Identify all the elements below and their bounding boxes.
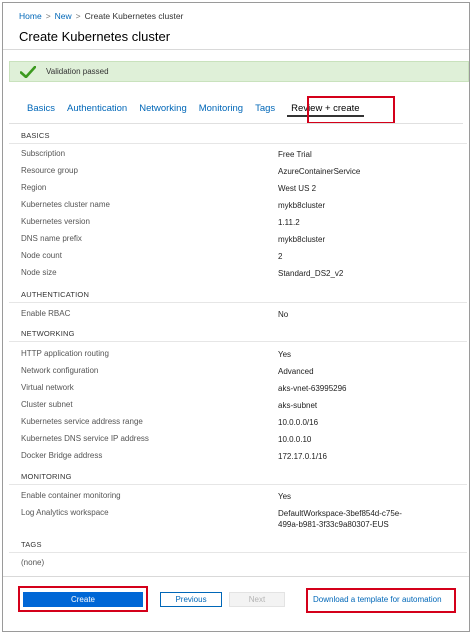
row-value: aks-subnet (278, 401, 318, 410)
row-value: West US 2 (278, 184, 317, 193)
footer-divider (3, 576, 469, 577)
row-label: Enable container monitoring (21, 491, 121, 500)
row-value: mykb8cluster (278, 201, 326, 210)
section-divider (9, 302, 467, 303)
row-value: Advanced (278, 367, 314, 376)
row-label: Node count (21, 251, 62, 260)
row-value: 2 (278, 252, 283, 261)
row-label: Resource group (21, 166, 78, 175)
tab-authentication[interactable]: Authentication (67, 103, 127, 114)
section-divider (9, 552, 467, 553)
tab-basics[interactable]: Basics (27, 103, 55, 114)
row-value: aks-vnet-63995296 (278, 384, 347, 393)
section-divider (9, 143, 467, 144)
breadcrumb-separator: > (45, 11, 51, 21)
row-label: Kubernetes cluster name (21, 200, 110, 209)
workspace-line-2: 499a-b981-3f33c9a80307-EUS (278, 520, 389, 529)
section-heading-authentication: AUTHENTICATION (21, 290, 90, 299)
previous-button[interactable]: Previous (160, 592, 222, 607)
section-divider (9, 484, 467, 485)
row-value: Yes (278, 492, 292, 501)
tab-tags[interactable]: Tags (255, 103, 275, 114)
section-heading-tags: TAGS (21, 540, 42, 549)
row-value: Yes (278, 350, 292, 359)
breadcrumb-new[interactable]: New (55, 11, 72, 21)
row-value: Free Trial (278, 150, 312, 159)
row-value: 10.0.0.0/16 (278, 418, 319, 427)
tab-monitoring[interactable]: Monitoring (199, 103, 243, 114)
row-label: Node size (21, 268, 57, 277)
row-label: DNS name prefix (21, 234, 82, 243)
workspace-line-1: DefaultWorkspace-3bef854d-c75e- (278, 509, 402, 518)
section-heading-basics: BASICS (21, 131, 50, 140)
tab-networking[interactable]: Networking (139, 103, 187, 114)
row-value: No (278, 310, 289, 319)
section-heading-monitoring: MONITORING (21, 472, 72, 481)
row-label: Kubernetes DNS service IP address (21, 434, 149, 443)
row-label: Network configuration (21, 366, 99, 375)
section-heading-networking: NETWORKING (21, 329, 75, 338)
page-title: Create Kubernetes cluster (19, 29, 171, 44)
row-value: 1.11.2 (278, 218, 300, 227)
row-label: Docker Bridge address (21, 451, 103, 460)
row-label: HTTP application routing (21, 349, 109, 358)
row-value: AzureContainerService (278, 167, 361, 176)
tabs-divider (9, 123, 463, 124)
row-label: (none) (21, 558, 45, 567)
next-button[interactable]: Next (229, 592, 285, 607)
breadcrumb-home[interactable]: Home (19, 11, 42, 21)
breadcrumb-separator: > (75, 11, 81, 21)
row-value: mykb8cluster (278, 235, 326, 244)
download-highlight-box (306, 588, 456, 613)
checkmark-icon (20, 65, 36, 78)
row-value-workspace: DefaultWorkspace-3bef854d-c75e- 499a-b98… (278, 508, 402, 530)
row-label: Virtual network (21, 383, 74, 392)
row-label: Kubernetes service address range (21, 417, 143, 426)
breadcrumb: Home > New > Create Kubernetes cluster (19, 11, 183, 21)
create-highlight-box (18, 586, 148, 612)
row-value: 172.17.0.1/16 (278, 452, 327, 461)
row-label: Kubernetes version (21, 217, 90, 226)
create-cluster-blade: Home > New > Create Kubernetes cluster Creat… (2, 2, 470, 632)
row-value: 10.0.0.10 (278, 435, 312, 444)
row-label: Cluster subnet (21, 400, 73, 409)
row-label: Subscription (21, 149, 66, 158)
section-divider (9, 341, 467, 342)
title-divider (3, 49, 469, 50)
breadcrumb-current: Create Kubernetes cluster (84, 11, 184, 21)
validation-banner: Validation passed (9, 61, 469, 82)
row-value: Standard_DS2_v2 (278, 269, 344, 278)
tab-highlight-box (307, 96, 395, 124)
row-label: Enable RBAC (21, 309, 71, 318)
row-label: Log Analytics workspace (21, 508, 109, 517)
validation-message: Validation passed (46, 67, 109, 76)
row-label: Region (21, 183, 47, 192)
